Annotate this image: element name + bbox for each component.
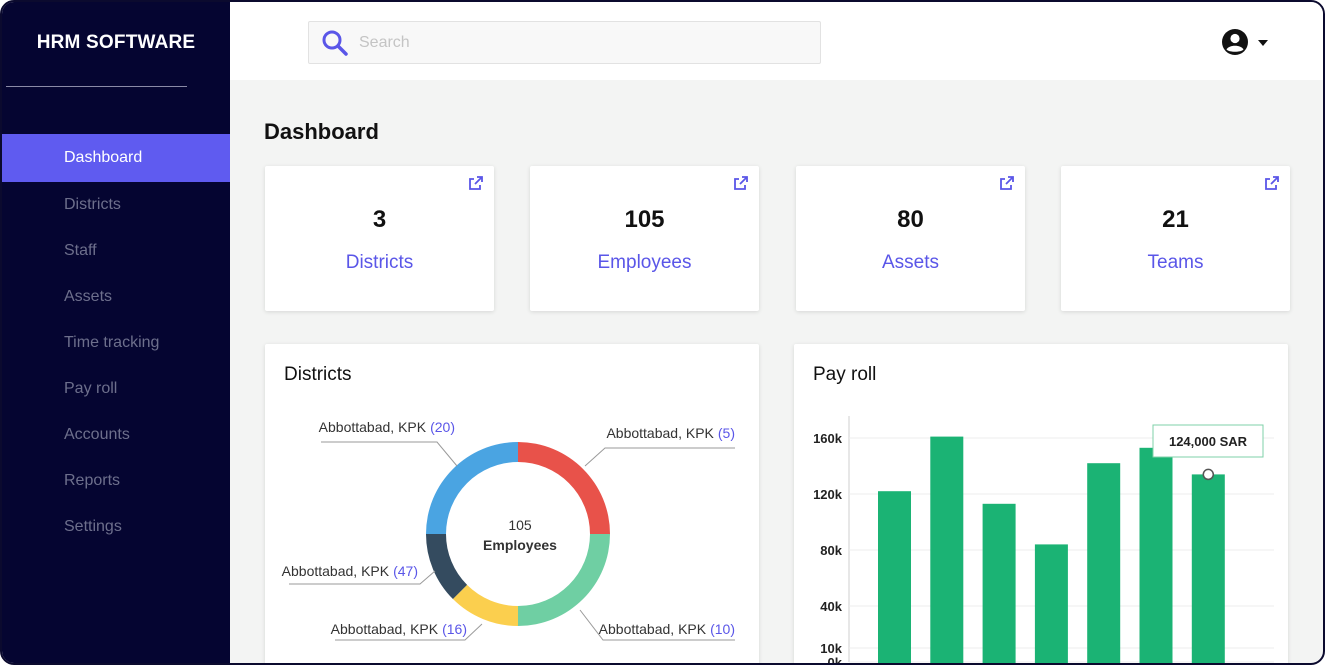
payroll-bar[interactable] (1087, 463, 1121, 665)
caret-down-icon[interactable] (1257, 39, 1269, 47)
districts-panel: Districts 105 Employees Abbottabad, KPK(… (265, 344, 759, 663)
donut-slice-label: Abbottabad, KPK (5) (606, 425, 735, 441)
tooltip-text: 124,000 SAR (1169, 434, 1248, 449)
stat-link-districts[interactable]: Districts (265, 252, 494, 274)
stat-card-teams[interactable]: 21 Teams (1061, 166, 1290, 311)
donut-center-value: 105 (508, 517, 532, 533)
sidebar-item-pay-roll[interactable]: Pay roll (2, 366, 230, 412)
stat-link-assets[interactable]: Assets (796, 252, 1025, 274)
app-window: HRM SOFTWARE Dashboard Districts Staff Asse… (0, 0, 1325, 665)
brand-divider (6, 86, 187, 87)
page-title: Dashboard (264, 119, 379, 144)
donut-slice[interactable] (426, 534, 468, 600)
search-icon[interactable] (321, 29, 349, 57)
search-box (308, 21, 821, 64)
sidebar-item-assets[interactable]: Assets (2, 274, 230, 320)
y-tick-label: 40k (820, 599, 842, 614)
external-link-icon[interactable] (999, 175, 1015, 191)
sidebar-item-staff[interactable]: Staff (2, 228, 230, 274)
stat-value: 80 (897, 206, 924, 233)
donut-slice-count: (10) (710, 621, 735, 637)
payroll-bar[interactable] (1191, 474, 1225, 665)
search-input[interactable] (359, 22, 809, 63)
stat-card-districts[interactable]: 3 Districts (265, 166, 494, 311)
y-tick-label: 10k (820, 641, 842, 656)
donut-leader-line (584, 447, 735, 467)
donut-slice-name: Abbottabad, KPK (319, 419, 427, 435)
payroll-bar[interactable] (930, 436, 964, 665)
donut-slice-label: Abbottabad, KPK (20) (319, 419, 455, 435)
donut-leader-line (321, 441, 458, 467)
sidebar-item-reports[interactable]: Reports (2, 458, 230, 504)
user-menu[interactable] (1221, 28, 1271, 56)
y-tick-label: 80k (820, 543, 842, 558)
external-link-icon[interactable] (468, 175, 484, 191)
donut-slice-count: (47) (393, 563, 418, 579)
stat-value: 21 (1162, 206, 1189, 233)
payroll-bar[interactable] (878, 491, 911, 665)
y-tick-label: 0k (828, 655, 843, 665)
payroll-panel: Pay roll 0k 10k 40k 80k 120k 160k 124,000 SAR (794, 344, 1288, 665)
sidebar-item-accounts[interactable]: Accounts (2, 412, 230, 458)
stat-card-employees[interactable]: 105 Employees (530, 166, 759, 311)
districts-donut-chart: 105 Employees Abbottabad, KPK (5)Abbottab… (282, 419, 735, 641)
sidebar: HRM SOFTWARE Dashboard Districts Staff Asse… (2, 2, 230, 663)
external-link-icon[interactable] (733, 175, 749, 191)
donut-slice-name: Abbottabad, KPK (331, 621, 439, 637)
donut-slice-count: (5) (718, 425, 735, 441)
stat-value: 105 (624, 206, 665, 233)
donut-slice-label: Abbottabad, KPK (16) (331, 621, 467, 637)
sidebar-item-districts[interactable]: Districts (2, 182, 230, 228)
payroll-bar-chart: 0k10k 40k 80k 120k 160k 124,000 SAR (813, 416, 1274, 665)
donut-slice-label: Abbottabad, KPK (10) (599, 621, 735, 637)
brand-title: HRM SOFTWARE (36, 32, 196, 53)
payroll-bar[interactable] (1139, 447, 1173, 665)
donut-slice[interactable] (426, 442, 518, 534)
y-tick-label: 160k (813, 431, 843, 446)
stat-link-teams[interactable]: Teams (1061, 252, 1290, 274)
donut-slice-count: (16) (442, 621, 467, 637)
donut-slice-name: Abbottabad, KPK (599, 621, 707, 637)
sidebar-nav: Dashboard Districts Staff Assets Time tracki… (2, 134, 230, 550)
stat-link-employees[interactable]: Employees (530, 252, 759, 274)
stat-card-assets[interactable]: 80 Assets (796, 166, 1025, 311)
donut-slice-name: Abbottabad, KPK (282, 563, 390, 579)
external-link-icon[interactable] (1264, 175, 1280, 191)
sidebar-item-settings[interactable]: Settings (2, 504, 230, 550)
sidebar-item-dashboard[interactable]: Dashboard (2, 134, 230, 182)
donut-slice-count: (20) (430, 419, 455, 435)
top-bar (230, 2, 1323, 80)
account-circle-icon[interactable] (1221, 28, 1249, 56)
stat-value: 3 (372, 206, 387, 233)
sidebar-item-time-tracking[interactable]: Time tracking (2, 320, 230, 366)
payroll-bar[interactable] (982, 503, 1016, 665)
donut-slice[interactable] (452, 584, 518, 626)
y-tick-label: 120k (813, 487, 843, 502)
donut-slice-label: Abbottabad, KPK (47) (282, 563, 418, 579)
donut-center-label: Employees (483, 537, 557, 553)
donut-slice-name: Abbottabad, KPK (606, 425, 714, 441)
highlight-point[interactable] (1202, 468, 1215, 481)
payroll-bar[interactable] (1034, 544, 1068, 665)
